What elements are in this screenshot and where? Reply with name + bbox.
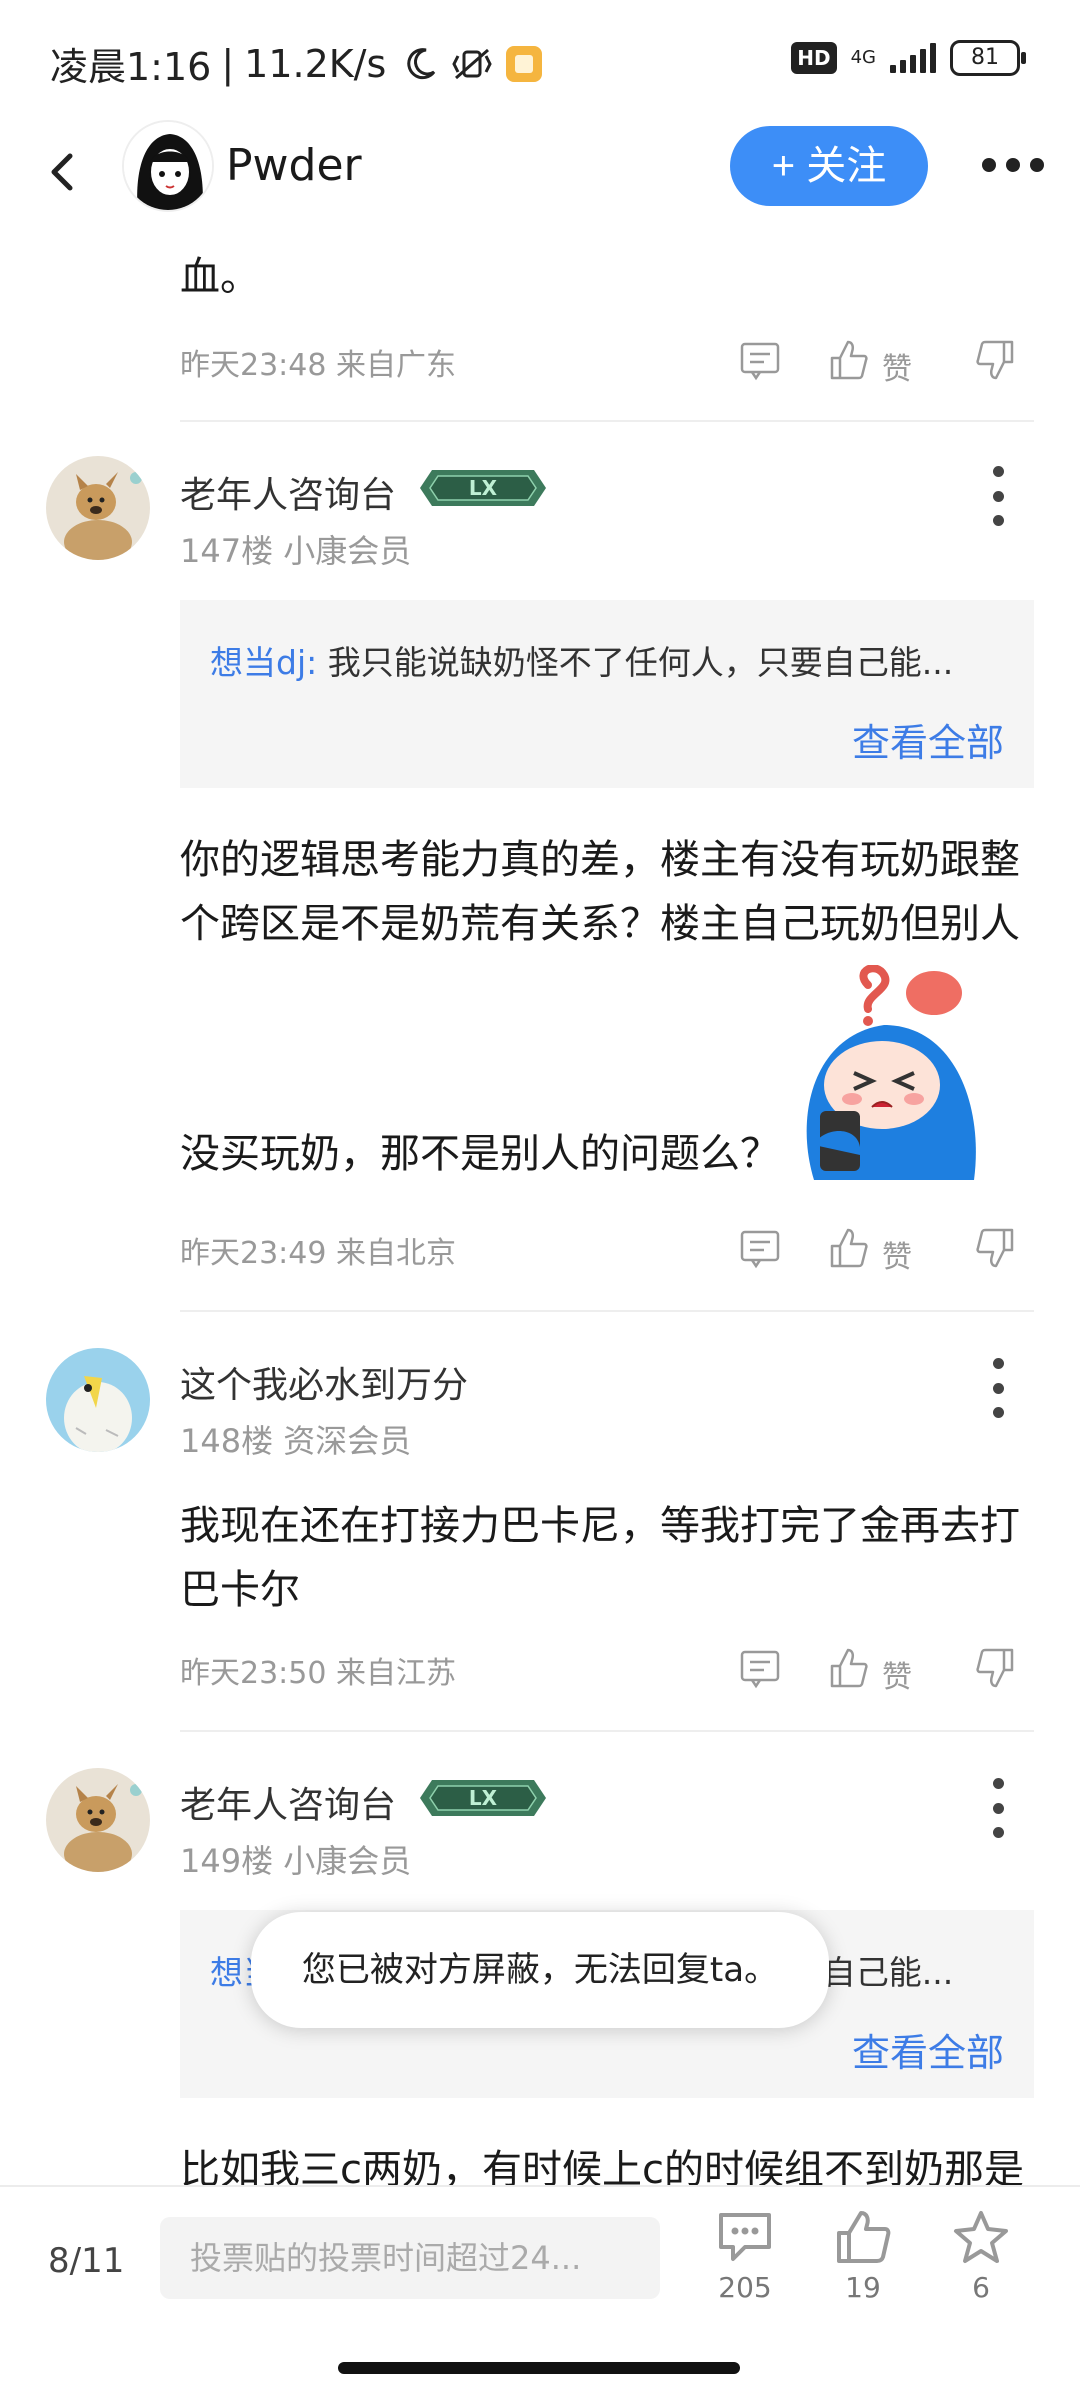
moon-icon bbox=[407, 47, 436, 79]
comment-meta: 昨天23:49 来自北京 bbox=[180, 1236, 456, 1271]
floor-info: 148楼 资深会员 bbox=[180, 1422, 412, 1460]
thumbs-up-icon bbox=[837, 2211, 891, 2263]
status-bar: 凌晨1:16 | 11.2K/s HD 4G 81 bbox=[0, 0, 1080, 120]
star-count: 6 bbox=[972, 2271, 990, 2304]
comment-count: 205 bbox=[718, 2271, 772, 2304]
quote-line: 想当dj: 我只能说缺奶怪不了任何人，只要自己能... bbox=[210, 636, 1000, 684]
network-type: 4G bbox=[851, 49, 876, 67]
divider bbox=[180, 1730, 1034, 1732]
battery-icon: 81 bbox=[950, 40, 1026, 76]
member-badge-icon: LX bbox=[420, 470, 546, 506]
divider bbox=[180, 420, 1034, 422]
favorite-button[interactable]: 6 bbox=[936, 2209, 1026, 2329]
comment-more-icon[interactable] bbox=[990, 1358, 1006, 1418]
floor-info: 149楼 小康会员 bbox=[180, 1842, 412, 1880]
commenter-name[interactable]: 老年人咨询台 bbox=[180, 1776, 396, 1828]
svg-text:LX: LX bbox=[469, 476, 498, 500]
quote-text: 我只能说缺奶怪不了任何人，只要自己能... bbox=[317, 643, 954, 682]
page-indicator[interactable]: 8/11 bbox=[48, 2241, 124, 2281]
home-indicator[interactable] bbox=[338, 2362, 740, 2374]
author-avatar-image bbox=[124, 122, 212, 210]
commenter-avatar[interactable] bbox=[46, 1348, 150, 1452]
comment-actions: 赞 bbox=[738, 1646, 1028, 1696]
signal-icon bbox=[890, 43, 936, 73]
comment-text-line: 比如我三c两奶，有时候上c的时候组不到奶那是 bbox=[180, 2147, 1024, 2185]
comment-text-line: 我现在还在打接力巴卡尼，等我打完了金再去打 bbox=[180, 1503, 1020, 1549]
top-header: Pwder + 关注 bbox=[0, 120, 1080, 230]
comment-actions: 赞 bbox=[738, 1226, 1028, 1276]
comment-meta: 昨天23:50 来自江苏 bbox=[180, 1656, 456, 1691]
previous-comment-actions: 赞 bbox=[738, 338, 1028, 388]
status-time: 凌晨1:16 bbox=[50, 45, 212, 89]
comment-bubble-icon bbox=[719, 2213, 771, 2261]
author-avatar[interactable] bbox=[122, 120, 214, 212]
thumbs-down-icon[interactable] bbox=[974, 1646, 1018, 1690]
member-badge-icon: LX bbox=[420, 1780, 546, 1816]
previous-comment-text: 血。 bbox=[180, 254, 260, 300]
comment-text-line: 你的逻辑思考能力真的差，楼主有没有玩奶跟整 bbox=[180, 837, 1020, 883]
status-right: HD 4G 81 bbox=[791, 40, 1026, 76]
commenter-avatar[interactable] bbox=[46, 1768, 150, 1872]
battery-level: 81 bbox=[971, 45, 999, 70]
svg-text:LX: LX bbox=[469, 1786, 498, 1810]
back-arrow-icon[interactable] bbox=[36, 144, 92, 200]
reply-icon[interactable] bbox=[738, 1226, 782, 1270]
thumbs-up-icon[interactable] bbox=[826, 338, 870, 382]
comment-text-line: 个跨区是不是奶荒有关系？楼主自己玩奶但别人 bbox=[180, 901, 1020, 947]
commenter-name[interactable]: 老年人咨询台 bbox=[180, 466, 396, 518]
network-label: 4G bbox=[850, 47, 876, 68]
quote-username[interactable]: 想当dj: bbox=[210, 643, 317, 682]
bird-avatar-image bbox=[46, 1348, 150, 1452]
commenter-avatar[interactable] bbox=[46, 456, 150, 560]
commenter-name[interactable]: 这个我必水到万分 bbox=[180, 1356, 468, 1408]
star-icon bbox=[954, 2211, 1008, 2263]
floor-info: 147楼 小康会员 bbox=[180, 532, 412, 570]
reply-icon[interactable] bbox=[738, 1646, 782, 1690]
dog-avatar-image bbox=[46, 456, 150, 560]
thumbs-down-icon[interactable] bbox=[974, 338, 1018, 382]
angry-phone-sticker-image bbox=[806, 965, 976, 1180]
reply-icon[interactable] bbox=[738, 338, 782, 382]
thumbs-up-icon[interactable] bbox=[826, 1226, 870, 1270]
status-left: 凌晨1:16 | 11.2K/s bbox=[50, 36, 543, 91]
like-label[interactable]: 赞 bbox=[882, 1232, 912, 1276]
dog-avatar-image bbox=[46, 1768, 150, 1872]
status-net-speed: 11.2K/s bbox=[244, 41, 387, 86]
thumbs-down-icon[interactable] bbox=[974, 1226, 1018, 1270]
follow-button[interactable]: + 关注 bbox=[730, 126, 928, 206]
like-label[interactable]: 赞 bbox=[882, 1652, 912, 1696]
hd-icon: HD bbox=[791, 42, 837, 74]
status-icons bbox=[402, 45, 543, 82]
blocked-toast: 您已被对方屏蔽，无法回复ta。 bbox=[251, 1912, 829, 2028]
view-all-link[interactable]: 查看全部 bbox=[852, 712, 1004, 767]
more-options-icon[interactable] bbox=[982, 158, 1048, 174]
view-all-link[interactable]: 查看全部 bbox=[852, 2022, 1004, 2077]
notes-app-icon bbox=[506, 45, 543, 82]
comment-more-icon[interactable] bbox=[990, 466, 1006, 526]
thumbs-up-icon[interactable] bbox=[826, 1646, 870, 1690]
comment-more-icon[interactable] bbox=[990, 1778, 1006, 1838]
author-name[interactable]: Pwder bbox=[226, 140, 362, 191]
reply-input[interactable]: 投票贴的投票时间超过24... bbox=[160, 2217, 660, 2299]
like-button[interactable]: 19 bbox=[818, 2209, 908, 2329]
like-count: 19 bbox=[845, 2271, 881, 2304]
divider bbox=[180, 1310, 1034, 1312]
previous-comment-meta: 昨天23:48 来自广东 bbox=[180, 348, 456, 383]
mute-vibrate-icon bbox=[452, 48, 492, 79]
status-separator: | bbox=[221, 41, 235, 86]
comment-text-line: 巴卡尔 bbox=[180, 1567, 300, 1613]
quoted-reply[interactable]: 想当dj: 我只能说缺奶怪不了任何人，只要自己能... 查看全部 bbox=[180, 600, 1034, 788]
like-label[interactable]: 赞 bbox=[882, 344, 912, 388]
comment-list[interactable]: 血。 昨天23:48 来自广东 赞 老年人咨询台 LX 147楼 小康会员 想当… bbox=[0, 230, 1080, 2185]
comments-button[interactable]: 205 bbox=[700, 2209, 790, 2329]
